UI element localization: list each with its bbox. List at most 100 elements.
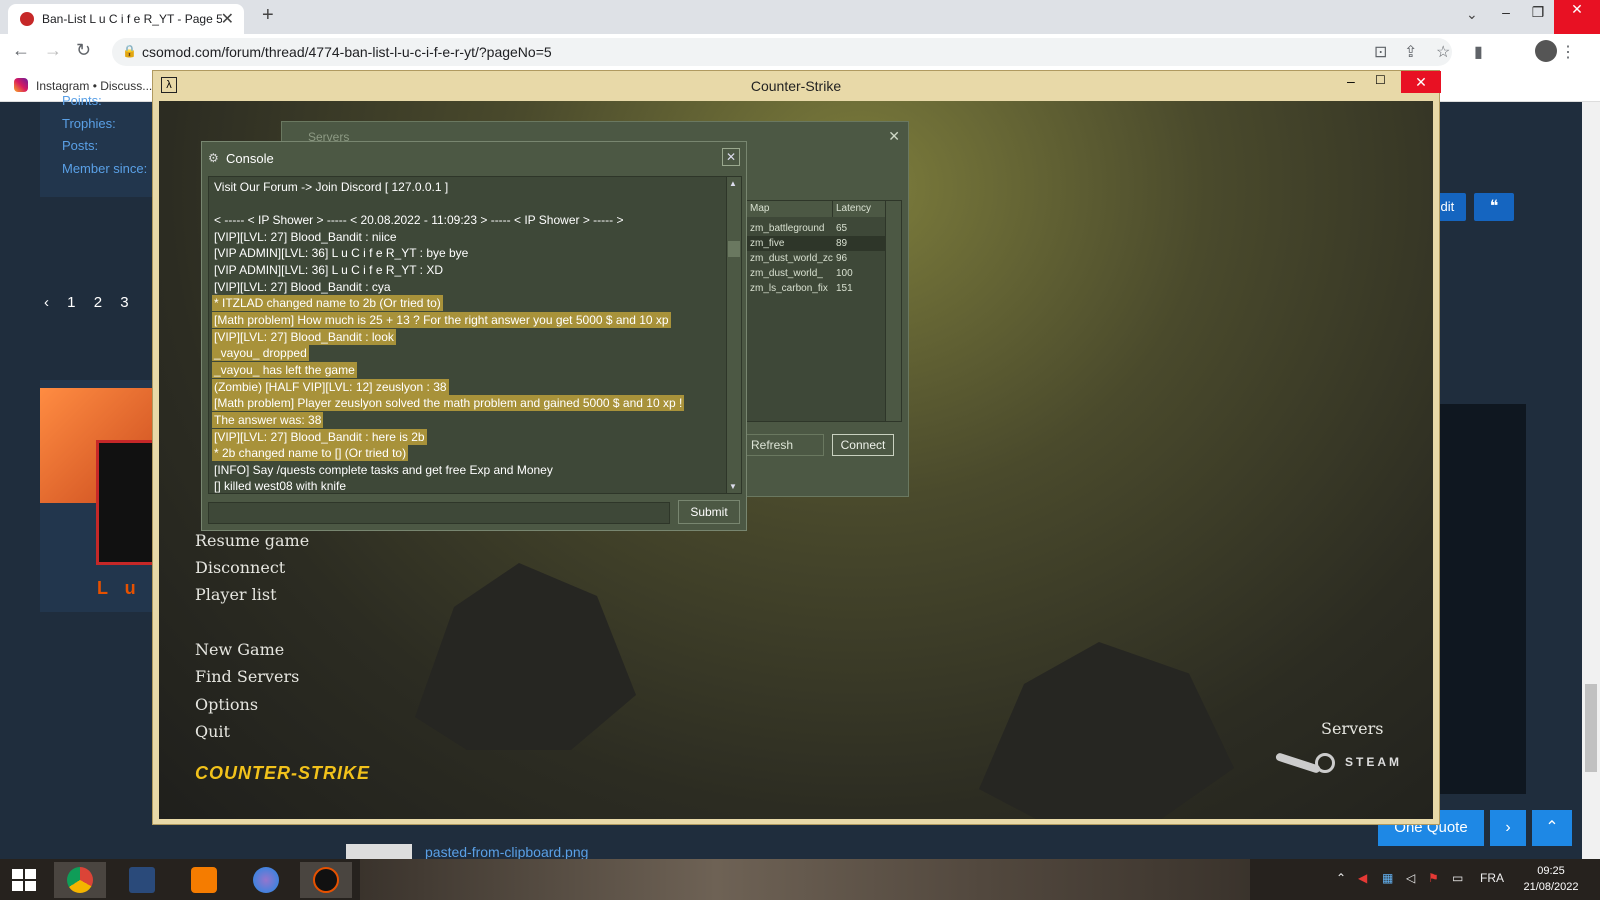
submit-button[interactable]: Submit [678, 500, 740, 524]
menu-player-list[interactable]: Player list [195, 585, 277, 604]
steam-icon: ⚙ [208, 151, 219, 165]
console-line: [Math problem] Player zeuslyon solved th… [212, 395, 685, 411]
half-life-icon [313, 867, 339, 893]
attachment-link[interactable]: pasted-from-clipboard.png [425, 844, 588, 860]
server-list: Map Latency zm_battleground 65 zm_five 89 … [746, 200, 902, 422]
server-list-scrollbar[interactable] [885, 201, 901, 421]
cs-minimize-icon[interactable]: – [1347, 73, 1355, 89]
browser-tab[interactable]: Ban-List L u C i f e R_YT - Page 5 ✕ [8, 4, 244, 34]
bookmark-instagram[interactable]: Instagram • Discuss... [36, 79, 152, 93]
language-indicator[interactable]: FRA [1480, 871, 1504, 885]
server-row[interactable]: zm_battleground 65 [747, 221, 887, 236]
system-clock[interactable]: 09:25 21/08/2022 [1516, 863, 1586, 895]
scroll-up-icon[interactable]: ▲ [729, 179, 737, 188]
console-scrollbar[interactable]: ▲ ▼ [726, 176, 742, 494]
minimize-icon[interactable]: – [1490, 0, 1522, 34]
next-page-icon[interactable]: › [1490, 810, 1526, 846]
console-line: [VIP][LVL: 27] Blood_Bandit : here is 2b [212, 429, 427, 445]
scroll-down-icon[interactable]: ▼ [729, 482, 737, 491]
server-latency: 89 [836, 238, 848, 249]
servers-link[interactable]: Servers [1321, 719, 1383, 738]
label-points: Points: [62, 93, 102, 108]
server-latency: 65 [836, 223, 848, 234]
servers-close-icon[interactable]: ✕ [888, 128, 900, 145]
side-panel-icon[interactable]: ▮ [1474, 42, 1483, 62]
taskbar-half-life[interactable] [300, 862, 352, 898]
page-link[interactable]: 3 [120, 294, 128, 311]
address-bar[interactable]: 🔒 csomod.com/forum/thread/4774-ban-list-… [112, 38, 1452, 66]
security-alert-icon[interactable]: ⚑ [1428, 871, 1439, 885]
console-line: (Zombie) [HALF VIP][LVL: 12] zeuslyon : … [212, 379, 449, 395]
forward-arrow-icon[interactable]: → [44, 40, 62, 61]
restore-icon[interactable]: ❐ [1522, 0, 1554, 34]
profile-avatar[interactable] [1535, 40, 1557, 62]
cs-close-icon[interactable]: ✕ [1401, 71, 1441, 93]
windows-start-icon[interactable] [12, 869, 36, 891]
page-link[interactable]: 1 [67, 294, 75, 311]
menu-disconnect[interactable]: Disconnect [195, 558, 285, 577]
game-thumbnail-icon [129, 867, 155, 893]
menu-resume-game[interactable]: Resume game [195, 531, 309, 550]
label-member-since: Member since: [62, 161, 148, 176]
menu-find-servers[interactable]: Find Servers [195, 667, 299, 686]
console-line: [] killed west08 with knife [214, 479, 347, 493]
bookmark-star-icon[interactable]: ☆ [1436, 42, 1450, 62]
close-icon[interactable]: ✕ [1554, 0, 1600, 34]
scrollbar-thumb[interactable] [1585, 684, 1597, 772]
server-row[interactable]: zm_dust_world_zc 96 [747, 251, 887, 266]
reload-icon[interactable]: ↻ [76, 40, 91, 61]
taskbar-firefox[interactable] [240, 862, 292, 898]
translate-icon[interactable]: ⊡ [1374, 42, 1387, 62]
server-latency: 96 [836, 253, 848, 264]
share-icon[interactable]: ⇪ [1404, 42, 1417, 62]
new-tab-button[interactable]: + [262, 4, 274, 27]
attachment-thumbnail[interactable] [346, 844, 412, 859]
console-close-icon[interactable]: ✕ [722, 148, 740, 166]
console-dialog: ⚙ Console ✕ Visit Our Forum -> Join Disc… [201, 141, 747, 531]
taskbar-chrome[interactable] [54, 862, 106, 898]
col-latency[interactable]: Latency [833, 201, 887, 217]
clock-date: 21/08/2022 [1523, 881, 1579, 893]
menu-dots-icon[interactable]: ⋮ [1560, 42, 1576, 62]
menu-quit[interactable]: Quit [195, 722, 230, 741]
console-input[interactable] [208, 502, 670, 524]
server-map: zm_five [750, 238, 785, 249]
menu-options[interactable]: Options [195, 695, 258, 714]
tab-close-icon[interactable]: ✕ [221, 9, 234, 29]
scroll-top-icon[interactable]: ⌃ [1532, 810, 1572, 846]
speaker-muted-icon[interactable]: ◀ [1358, 871, 1367, 885]
connect-button[interactable]: Connect [832, 434, 894, 456]
console-log[interactable]: Visit Our Forum -> Join Discord [ 127.0.… [208, 176, 728, 494]
server-latency: 151 [836, 283, 853, 294]
cs-maximize-icon[interactable]: ☐ [1375, 73, 1386, 87]
game-viewport: Servers ✕ Map Latency zm_battleground 65 … [159, 101, 1433, 819]
tab-strip: Ban-List L u C i f e R_YT - Page 5 ✕ + ⌄… [0, 0, 1600, 34]
back-arrow-icon[interactable]: ← [12, 40, 30, 61]
console-line: [VIP][LVL: 27] Blood_Bandit : look [212, 329, 396, 345]
label-posts: Posts: [62, 138, 99, 153]
page-link[interactable]: 2 [94, 294, 102, 311]
network-icon[interactable]: ▦ [1382, 871, 1393, 885]
page-scrollbar[interactable] [1582, 102, 1600, 859]
author-avatar[interactable] [96, 440, 158, 565]
server-row[interactable]: zm_five 89 [747, 236, 887, 251]
quote-button[interactable]: ❝ [1474, 193, 1514, 221]
half-life-icon: λ [161, 77, 177, 93]
console-scroll-thumb[interactable] [728, 241, 740, 257]
clock-time: 09:25 [1537, 865, 1565, 877]
taskbar-media-player[interactable] [178, 862, 230, 898]
taskbar-game[interactable] [116, 862, 168, 898]
refresh-button[interactable]: Refresh [746, 434, 824, 456]
server-row[interactable]: zm_dust_world_ 100 [747, 266, 887, 281]
display-icon[interactable]: ▭ [1452, 871, 1463, 885]
volume-icon[interactable]: ◁ [1406, 871, 1415, 885]
menu-new-game[interactable]: New Game [195, 640, 284, 659]
tab-search-chevron-icon[interactable]: ⌄ [1466, 6, 1478, 23]
prev-page-icon[interactable]: ‹ [44, 294, 49, 311]
col-map[interactable]: Map [747, 201, 833, 217]
tray-chevron-icon[interactable]: ⌃ [1336, 871, 1346, 885]
windows-taskbar: ⌃ ◀ ▦ ◁ ⚑ ▭ FRA 09:25 21/08/2022 [0, 859, 1600, 900]
taskbar-wallpaper [360, 859, 1250, 900]
server-row[interactable]: zm_ls_carbon_fix 151 [747, 281, 887, 296]
